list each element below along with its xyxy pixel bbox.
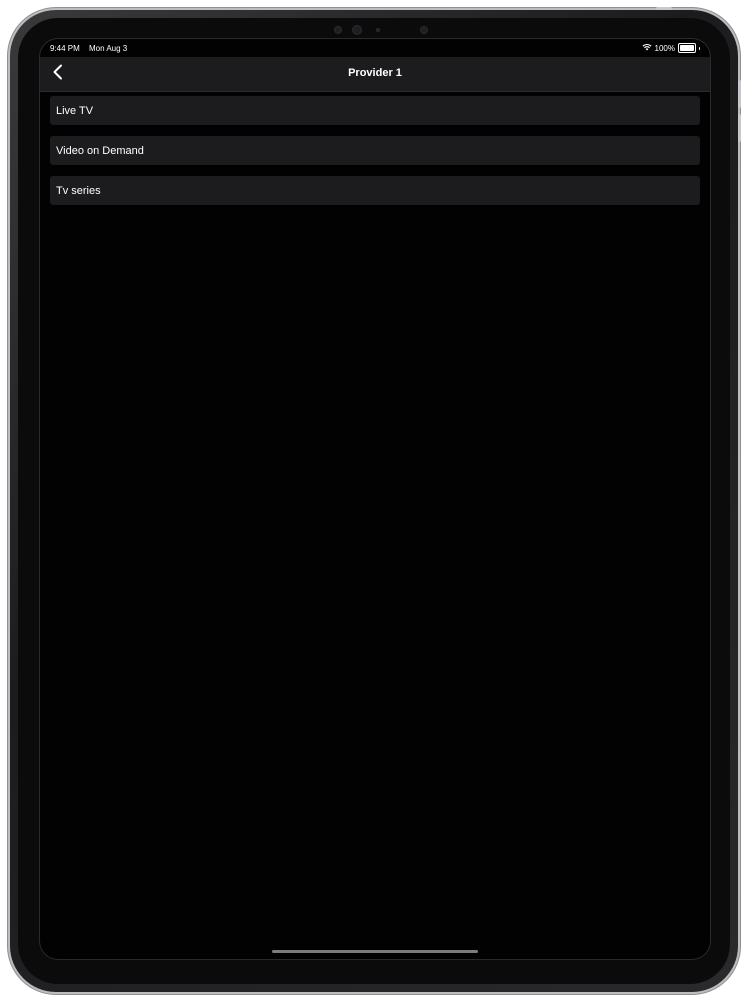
battery-level xyxy=(680,45,694,51)
sensor-dot xyxy=(376,28,380,32)
list-item-video-on-demand[interactable]: Video on Demand xyxy=(50,136,700,165)
sensor-dot xyxy=(334,26,342,34)
volume-down-button xyxy=(738,114,741,142)
wifi-icon xyxy=(642,43,652,53)
navigation-bar: Provider 1 xyxy=(40,57,710,92)
home-indicator[interactable] xyxy=(272,950,478,953)
app-screen: 9:44 PM Mon Aug 3 100% Provider 1 Live T… xyxy=(40,39,710,959)
status-bar: 9:44 PM Mon Aug 3 100% xyxy=(40,39,710,57)
sensor-dot xyxy=(420,26,428,34)
volume-up-button xyxy=(738,80,741,108)
list-item-live-tv[interactable]: Live TV xyxy=(50,96,700,125)
front-camera xyxy=(352,25,362,35)
page-title: Provider 1 xyxy=(348,67,402,79)
top-button xyxy=(656,7,672,10)
list-item-label: Live TV xyxy=(56,104,94,117)
list-item-label: Tv series xyxy=(56,184,101,197)
battery-percent: 100% xyxy=(654,43,675,53)
battery-tip xyxy=(699,46,700,50)
list-item-tv-series[interactable]: Tv series xyxy=(50,176,700,205)
camera-sensors xyxy=(334,24,444,36)
status-time: 9:44 PM xyxy=(50,44,80,53)
category-list: Live TV Video on Demand Tv series xyxy=(50,96,700,216)
list-item-label: Video on Demand xyxy=(56,144,144,157)
battery-icon xyxy=(678,43,696,53)
status-date: Mon Aug 3 xyxy=(89,44,128,53)
status-indicators: 100% xyxy=(642,43,700,53)
